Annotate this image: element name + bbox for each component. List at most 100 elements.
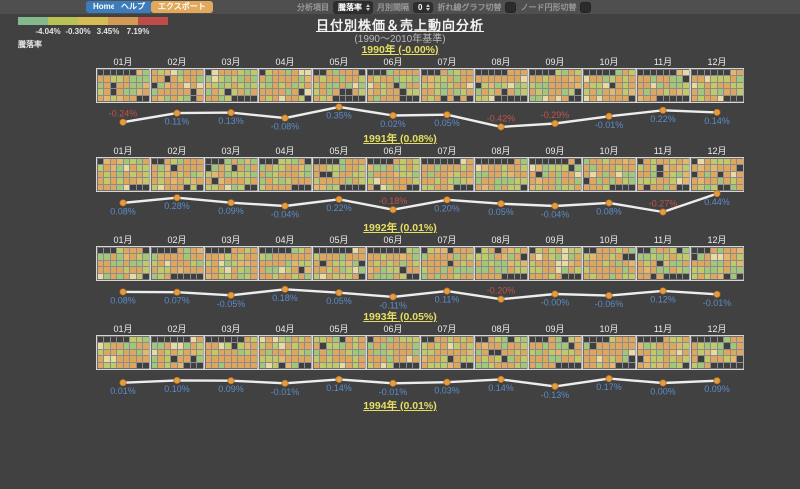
day-cell[interactable]: [197, 89, 203, 95]
day-cell[interactable]: [231, 171, 237, 177]
day-cell[interactable]: [542, 343, 548, 349]
day-cell[interactable]: [616, 89, 622, 95]
day-cell[interactable]: [676, 171, 682, 177]
day-cell[interactable]: [205, 349, 211, 355]
day-cell[interactable]: [352, 82, 358, 88]
day-cell[interactable]: [393, 158, 399, 164]
day-cell[interactable]: [508, 247, 514, 253]
day-cell[interactable]: [97, 171, 103, 177]
day-cell[interactable]: [596, 69, 602, 75]
day-cell[interactable]: [292, 336, 298, 342]
day-cell[interactable]: [467, 89, 473, 95]
day-cell[interactable]: [359, 69, 365, 75]
day-cell[interactable]: [663, 247, 669, 253]
day-cell[interactable]: [367, 356, 373, 362]
day-cell[interactable]: [387, 178, 393, 184]
day-cell[interactable]: [313, 343, 319, 349]
day-cell[interactable]: [698, 69, 704, 75]
day-cell[interactable]: [650, 356, 656, 362]
line-node[interactable]: [497, 123, 505, 131]
day-cell[interactable]: [514, 82, 520, 88]
day-cell[interactable]: [514, 349, 520, 355]
line-node[interactable]: [227, 377, 235, 385]
day-cell[interactable]: [637, 336, 643, 342]
day-cell[interactable]: [583, 356, 589, 362]
day-cell[interactable]: [225, 82, 231, 88]
day-cell[interactable]: [555, 336, 561, 342]
day-cell[interactable]: [737, 165, 743, 171]
day-cell[interactable]: [663, 260, 669, 266]
day-cell[interactable]: [339, 69, 345, 75]
day-cell[interactable]: [711, 254, 717, 260]
day-cell[interactable]: [333, 343, 339, 349]
day-cell[interactable]: [387, 343, 393, 349]
day-cell[interactable]: [421, 336, 427, 342]
day-cell[interactable]: [184, 89, 190, 95]
day-cell[interactable]: [367, 247, 373, 253]
day-cell[interactable]: [428, 178, 434, 184]
day-cell[interactable]: [711, 260, 717, 266]
day-cell[interactable]: [508, 69, 514, 75]
day-cell[interactable]: [650, 267, 656, 273]
day-cell[interactable]: [637, 158, 643, 164]
day-cell[interactable]: [447, 171, 453, 177]
day-cell[interactable]: [272, 165, 278, 171]
day-cell[interactable]: [441, 82, 447, 88]
line-node[interactable]: [551, 290, 559, 298]
day-cell[interactable]: [730, 69, 736, 75]
day-cell[interactable]: [130, 76, 136, 82]
day-cell[interactable]: [428, 69, 434, 75]
day-cell[interactable]: [590, 76, 596, 82]
day-cell[interactable]: [717, 69, 723, 75]
day-cell[interactable]: [177, 178, 183, 184]
day-cell[interactable]: [676, 247, 682, 253]
day-cell[interactable]: [637, 267, 643, 273]
day-cell[interactable]: [441, 254, 447, 260]
line-node[interactable]: [659, 106, 667, 114]
day-cell[interactable]: [603, 343, 609, 349]
day-cell[interactable]: [529, 247, 535, 253]
day-cell[interactable]: [406, 89, 412, 95]
day-cell[interactable]: [529, 178, 535, 184]
day-cell[interactable]: [326, 178, 332, 184]
day-cell[interactable]: [292, 343, 298, 349]
day-cell[interactable]: [575, 89, 581, 95]
line-node[interactable]: [389, 379, 397, 387]
day-cell[interactable]: [616, 343, 622, 349]
day-cell[interactable]: [637, 356, 643, 362]
day-cell[interactable]: [454, 336, 460, 342]
day-cell[interactable]: [104, 158, 110, 164]
day-cell[interactable]: [467, 171, 473, 177]
day-cell[interactable]: [225, 356, 231, 362]
day-cell[interactable]: [590, 349, 596, 355]
day-cell[interactable]: [380, 89, 386, 95]
day-cell[interactable]: [292, 267, 298, 273]
day-cell[interactable]: [508, 178, 514, 184]
day-cell[interactable]: [555, 247, 561, 253]
day-cell[interactable]: [521, 260, 527, 266]
day-cell[interactable]: [218, 336, 224, 342]
day-cell[interactable]: [657, 69, 663, 75]
day-cell[interactable]: [387, 69, 393, 75]
day-cell[interactable]: [130, 89, 136, 95]
day-cell[interactable]: [454, 171, 460, 177]
day-cell[interactable]: [279, 260, 285, 266]
day-cell[interactable]: [231, 260, 237, 266]
day-cell[interactable]: [272, 76, 278, 82]
day-cell[interactable]: [305, 343, 311, 349]
day-cell[interactable]: [467, 254, 473, 260]
day-cell[interactable]: [529, 356, 535, 362]
line-node[interactable]: [389, 111, 397, 120]
day-cell[interactable]: [475, 69, 481, 75]
day-cell[interactable]: [460, 254, 466, 260]
day-cell[interactable]: [259, 178, 265, 184]
day-cell[interactable]: [413, 247, 419, 253]
day-cell[interactable]: [143, 254, 149, 260]
day-cell[interactable]: [508, 267, 514, 273]
day-cell[interactable]: [313, 254, 319, 260]
day-cell[interactable]: [428, 165, 434, 171]
day-cell[interactable]: [238, 267, 244, 273]
line-node[interactable]: [281, 285, 289, 293]
day-cell[interactable]: [737, 247, 743, 253]
day-cell[interactable]: [650, 178, 656, 184]
